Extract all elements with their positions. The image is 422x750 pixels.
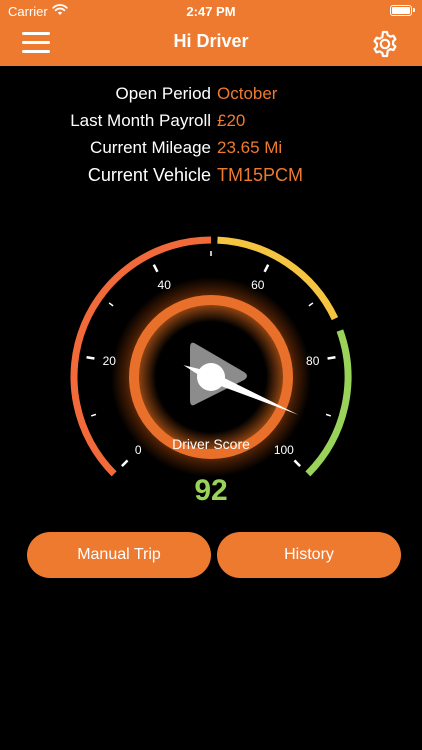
gear-icon[interactable] <box>370 29 400 59</box>
gauge-tick <box>325 413 332 417</box>
manual-trip-button[interactable]: Manual Trip <box>27 532 211 578</box>
gauge-tick <box>293 459 301 467</box>
gauge-tick <box>121 459 129 467</box>
mileage-value: 23.65 Mi <box>217 138 283 157</box>
status-bar: Carrier 2:47 PM <box>0 0 422 22</box>
mileage-label: Current Mileage <box>90 138 211 157</box>
status-time: 2:47 PM <box>186 4 236 19</box>
nav-bar: Hi Driver <box>0 22 422 66</box>
gauge-tick-label: 80 <box>306 354 320 368</box>
gauge-tick <box>263 264 270 273</box>
payroll-value: £20 <box>217 111 246 130</box>
open-period-label: Open Period <box>115 84 211 103</box>
driver-score-label: Driver Score <box>172 436 250 452</box>
mileage-row: Current Mileage 23.65 Mi <box>0 138 422 165</box>
vehicle-row: Current Vehicle TM15PCM <box>0 165 422 192</box>
gauge-tick <box>86 356 95 360</box>
vehicle-value: TM15PCM <box>217 165 304 185</box>
gauge-arc-high <box>305 329 352 477</box>
vehicle-label: Current Vehicle <box>87 165 211 185</box>
gauge-tick-label: 40 <box>158 278 172 292</box>
gauge-tick <box>327 356 336 360</box>
gauge-tick-label: 20 <box>103 354 117 368</box>
history-button[interactable]: History <box>217 532 401 578</box>
open-period-value: October <box>217 84 278 103</box>
driver-info: Open Period October Last Month Payroll £… <box>0 84 422 192</box>
page-title: Hi Driver <box>173 31 249 51</box>
payroll-label: Last Month Payroll <box>70 111 211 130</box>
gauge-tick <box>152 264 159 273</box>
payroll-row: Last Month Payroll £20 <box>0 111 422 138</box>
driver-score-value: 92 <box>194 474 228 507</box>
gauge-tick <box>308 302 314 307</box>
open-period-row: Open Period October <box>0 84 422 111</box>
needle-hub <box>197 363 225 391</box>
battery-icon <box>390 5 415 16</box>
gauge-tick-label: 60 <box>251 278 265 292</box>
gauge-tick <box>90 413 97 417</box>
gauge-tick <box>108 302 114 307</box>
